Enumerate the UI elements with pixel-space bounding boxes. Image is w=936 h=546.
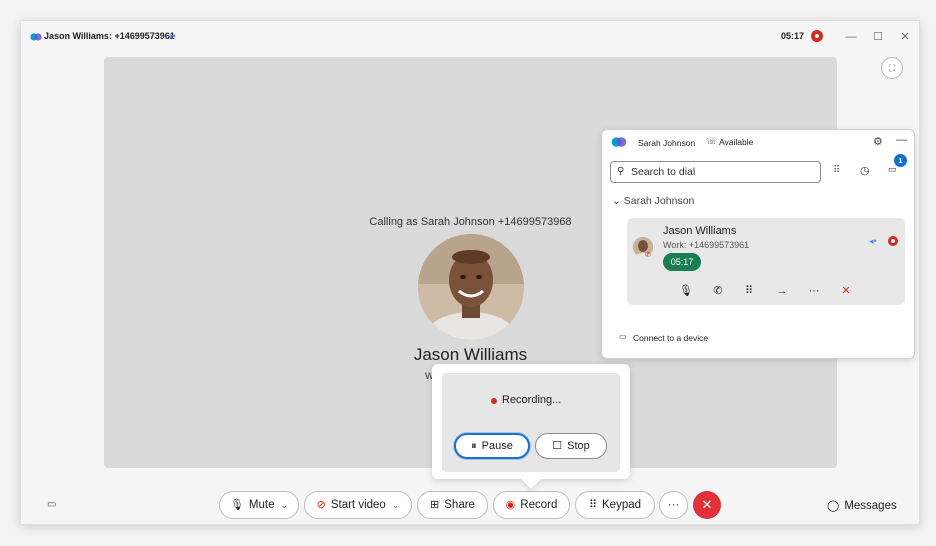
more-options-button[interactable]: ··· <box>659 491 688 519</box>
recording-indicator-icon <box>888 236 898 246</box>
record-label: Record <box>520 499 558 511</box>
pause-recording-button[interactable]: ⏸ Pause <box>454 433 530 459</box>
stop-recording-button[interactable]: ☐ Stop <box>535 433 607 459</box>
collapse-dialer-icon[interactable]: — <box>896 134 907 146</box>
end-call-button[interactable]: ✕ <box>693 491 721 519</box>
outgoing-call-icon: ✆ <box>645 252 651 259</box>
chevron-down-icon: ⌄ <box>391 500 400 510</box>
messages-button[interactable]: ◯ Messages <box>827 499 897 512</box>
share-button[interactable]: ⊞ Share <box>417 491 488 519</box>
title-bar: Jason Williams: +14699573961 ◂• 05:17 — … <box>21 21 921 53</box>
availability-status[interactable]: Available <box>719 137 753 147</box>
call-contact-number: Work: +14699573961 <box>663 240 750 250</box>
dialpad-icon: ⠿ <box>588 499 598 511</box>
recording-indicator-icon <box>811 30 823 42</box>
transfer-call-icon[interactable]: ✆ <box>710 283 726 299</box>
line-selector[interactable]: ⌄ Sarah Johnson <box>612 195 694 207</box>
record-icon: ◉ <box>505 499 516 511</box>
connect-to-device-link[interactable]: Connect to a device <box>633 333 708 343</box>
call-toolbar: ▭ 🎙 Mute ⌄ ⊘ Start video ⌄ ⊞ Share ◉ Record ⠿ K… <box>21 487 921 523</box>
webex-logo-icon <box>611 137 627 147</box>
record-button[interactable]: ◉ Record <box>493 491 570 519</box>
voicemail-icon[interactable]: ▭ <box>888 164 897 175</box>
dialer-panel: Sarah Johnson ☏ Available ⚙ — ⚲ ⠿ ◷ ▭ 1 … <box>601 129 915 359</box>
availability-icon: ☏ <box>706 136 718 146</box>
chevron-down-icon: ⌄ <box>280 500 289 510</box>
voicemail-count-badge: 1 <box>894 154 907 167</box>
captions-icon[interactable]: ▭ <box>47 499 56 510</box>
more-options-icon[interactable]: ··· <box>806 283 822 299</box>
close-icon[interactable]: ✕ <box>897 29 913 45</box>
call-contact-name: Jason Williams <box>663 225 737 237</box>
maximize-icon[interactable]: ☐ <box>870 29 886 45</box>
search-icon: ⚲ <box>617 166 625 177</box>
recording-panel: Recording... ⏸ Pause ☐ Stop <box>442 373 620 472</box>
dialer-user-name: Sarah Johnson <box>638 138 696 148</box>
device-icon: ▭ <box>619 332 627 341</box>
line-label: Sarah Johnson <box>623 195 695 207</box>
webex-logo-icon <box>30 33 42 41</box>
dialpad-icon[interactable]: ⠿ <box>741 283 757 299</box>
pause-icon: ⏸ <box>471 440 477 452</box>
caller-avatar <box>418 234 524 340</box>
search-input[interactable] <box>631 164 816 180</box>
keypad-label: Keypad <box>602 499 642 511</box>
settings-gear-icon[interactable]: ⚙ <box>873 135 883 148</box>
call-duration-pill: 05:17 <box>663 253 701 271</box>
video-off-icon: ⊘ <box>316 499 326 511</box>
window-title: Jason Williams: +14699573961 <box>44 31 175 41</box>
messages-label: Messages <box>844 500 897 512</box>
active-call-card: ✆ Jason Williams Work: +14699573961 05:1… <box>627 218 905 305</box>
mute-button[interactable]: 🎙 Mute ⌄ <box>219 491 299 519</box>
start-video-label: Start video <box>330 499 386 511</box>
forward-arrow-icon[interactable]: → <box>774 283 790 299</box>
recording-dot-icon <box>491 398 497 404</box>
search-to-dial-field[interactable]: ⚲ <box>610 161 821 183</box>
call-timer: 05:17 <box>781 31 805 41</box>
start-video-button[interactable]: ⊘ Start video ⌄ <box>304 491 412 519</box>
end-call-icon[interactable]: ✕ <box>838 283 854 299</box>
desktop-background: Jason Williams: +14699573961 ◂• 05:17 — … <box>0 0 936 546</box>
fullscreen-button[interactable]: ⛶ <box>881 57 903 79</box>
microphone-icon: 🎙 <box>229 499 244 511</box>
pause-label: Pause <box>481 440 513 452</box>
recording-popover: Recording... ⏸ Pause ☐ Stop <box>432 364 630 479</box>
recording-status: Recording... <box>502 394 562 406</box>
speaker-active-icon: ◂• <box>168 31 176 41</box>
share-screen-icon: ⊞ <box>430 499 440 511</box>
call-window: Jason Williams: +14699573961 ◂• 05:17 — … <box>20 20 920 525</box>
stop-label: Stop <box>567 440 590 452</box>
speaker-active-icon: ◂• <box>869 236 877 246</box>
caller-photo <box>418 234 524 340</box>
dialpad-icon[interactable]: ⠿ <box>833 165 840 176</box>
mute-label: Mute <box>248 499 275 511</box>
chat-bubble-icon: ◯ <box>827 500 840 512</box>
minimize-icon[interactable]: — <box>843 29 859 45</box>
microphone-icon[interactable]: 🎙 <box>678 283 694 299</box>
keypad-button[interactable]: ⠿ Keypad <box>575 491 655 519</box>
share-label: Share <box>444 499 475 511</box>
stop-icon: ☐ <box>552 440 563 452</box>
chevron-down-icon: ⌄ <box>612 195 621 207</box>
call-history-icon[interactable]: ◷ <box>860 164 870 177</box>
